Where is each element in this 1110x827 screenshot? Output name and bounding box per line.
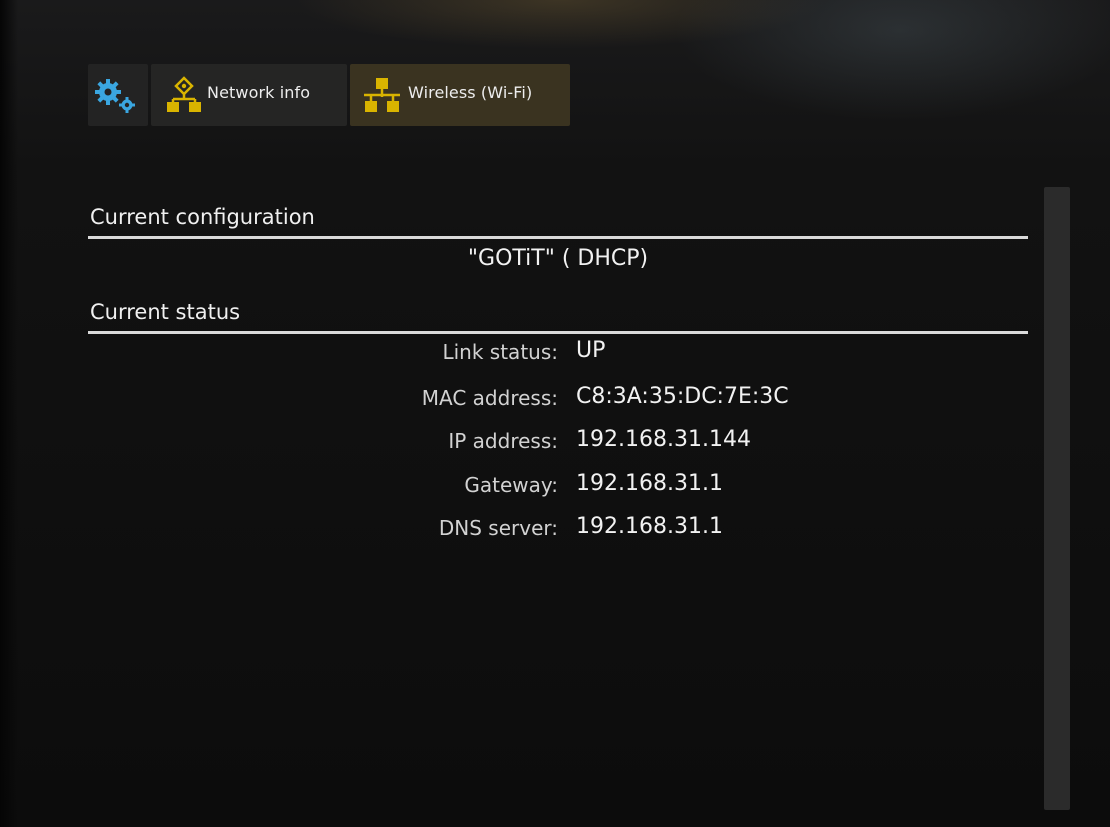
gears-icon: [94, 78, 142, 118]
current-configuration-value: "GOTiT" ( DHCP): [467, 246, 649, 271]
network-icon: [165, 76, 203, 118]
status-label: Gateway:: [464, 473, 558, 497]
status-row-mac-address: MAC address: C8:3A:35:DC:7E:3C: [88, 382, 1028, 416]
breadcrumb-label-wireless-wifi: Wireless (Wi-Fi): [408, 83, 533, 102]
status-label: Link status:: [442, 340, 558, 364]
status-value: 192.168.31.144: [576, 427, 751, 452]
breadcrumb-network-info[interactable]: Network info: [151, 64, 347, 126]
status-row-gateway: Gateway: 192.168.31.1: [88, 469, 1028, 503]
status-row-ip-address: IP address: 192.168.31.144: [88, 425, 1028, 459]
breadcrumb-settings[interactable]: [88, 64, 148, 126]
status-row-dns-server: DNS server: 192.168.31.1: [88, 512, 1028, 546]
wifi-network-icon: [362, 76, 402, 118]
status-row-link-status: Link status: UP: [88, 336, 1028, 370]
status-label: DNS server:: [438, 516, 558, 540]
current-configuration-heading: Current configuration: [90, 205, 315, 229]
scrollbar[interactable]: [1044, 187, 1070, 810]
screen-edge-shadow: [0, 0, 18, 827]
breadcrumb-wireless-wifi[interactable]: Wireless (Wi-Fi): [350, 64, 570, 126]
breadcrumb-label-network-info: Network info: [207, 83, 311, 102]
status-label: MAC address:: [421, 386, 558, 410]
status-label: IP address:: [448, 429, 558, 453]
section-divider: [88, 331, 1028, 334]
background-glow: [640, 0, 1110, 170]
network-info-screen: Network info Wireless (Wi-Fi) Current co…: [0, 0, 1110, 827]
status-value: 192.168.31.1: [576, 471, 723, 496]
section-divider: [88, 236, 1028, 239]
status-value: 192.168.31.1: [576, 514, 723, 539]
status-value: UP: [576, 338, 606, 363]
status-value: C8:3A:35:DC:7E:3C: [576, 384, 789, 409]
current-status-heading: Current status: [90, 300, 241, 324]
